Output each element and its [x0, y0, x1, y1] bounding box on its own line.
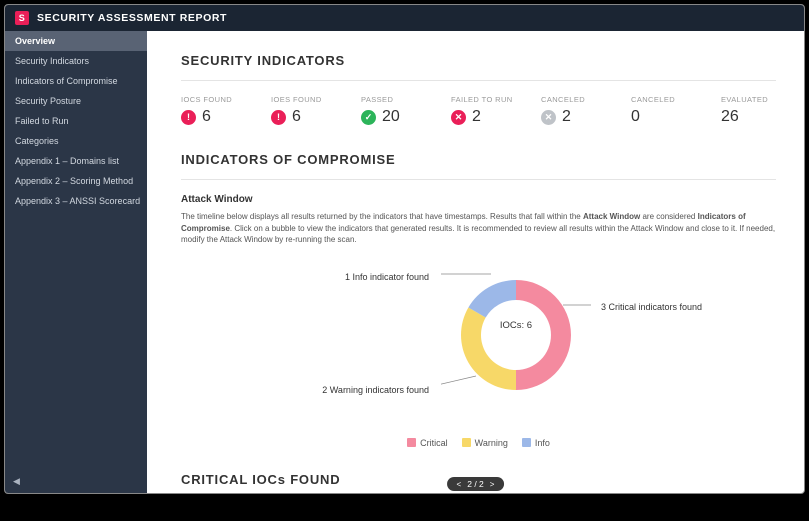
callout-warning: 2 Warning indicators found: [289, 385, 429, 395]
ioc-subheading: Attack Window: [181, 194, 776, 205]
top-bar: S SECURITY ASSESSMENT REPORT: [5, 5, 804, 31]
divider: [181, 80, 776, 81]
donut-center-label: IOCs: 6: [486, 320, 546, 331]
metric-evaluated: EVALUATED 26: [721, 95, 783, 126]
sidebar: Overview Security Indicators Indicators …: [5, 31, 147, 493]
sidebar-item-security-indicators[interactable]: Security Indicators: [5, 51, 147, 71]
metric-canceled: CANCELED ✕ 2: [541, 95, 603, 126]
metric-label: FAILED TO RUN: [451, 95, 513, 104]
x-icon: ✕: [451, 110, 466, 125]
ioc-donut-chart: 1 Info indicator found 2 Warning indicat…: [181, 260, 776, 430]
metric-value: 26: [721, 108, 739, 126]
callout-info: 1 Info indicator found: [309, 272, 429, 282]
metric-canceled-2: CANCELED 0: [631, 95, 693, 126]
sidebar-item-overview[interactable]: Overview: [5, 31, 147, 51]
sidebar-item-appendix-2[interactable]: Appendix 2 – Scoring Method: [5, 171, 147, 191]
metric-label: IOCs FOUND: [181, 95, 243, 104]
metric-value: 0: [631, 108, 640, 126]
legend-item-critical: Critical: [407, 438, 448, 448]
sidebar-item-failed-to-run[interactable]: Failed to Run: [5, 111, 147, 131]
metric-label: IOEs FOUND: [271, 95, 333, 104]
sidebar-collapse-icon[interactable]: ◀: [13, 476, 20, 487]
divider: [181, 179, 776, 180]
sidebar-item-categories[interactable]: Categories: [5, 131, 147, 151]
check-icon: ✓: [361, 110, 376, 125]
legend-item-info: Info: [522, 438, 550, 448]
x-icon: ✕: [541, 110, 556, 125]
ioc-description: The timeline below displays all results …: [181, 211, 776, 246]
metric-value: 2: [562, 108, 571, 126]
pager-prev-icon[interactable]: <: [457, 480, 462, 489]
chart-legend: Critical Warning Info: [181, 438, 776, 448]
metric-value: 2: [472, 108, 481, 126]
main-content: SECURITY INDICATORS IOCs FOUND ! 6 IOEs …: [147, 31, 804, 493]
swatch-icon: [407, 438, 416, 447]
brand-logo-icon: S: [15, 11, 29, 25]
alert-icon: !: [181, 110, 196, 125]
section-title-security-indicators: SECURITY INDICATORS: [181, 53, 776, 68]
metric-label: CANCELED: [541, 95, 603, 104]
metric-value: 6: [292, 108, 301, 126]
metric-failed-to-run: FAILED TO RUN ✕ 2: [451, 95, 513, 126]
sidebar-item-appendix-1[interactable]: Appendix 1 – Domains list: [5, 151, 147, 171]
metric-value: 6: [202, 108, 211, 126]
app-title: SECURITY ASSESSMENT REPORT: [37, 12, 227, 24]
metric-label: CANCELED: [631, 95, 693, 104]
sidebar-item-appendix-3[interactable]: Appendix 3 – ANSSI Scorecard: [5, 191, 147, 211]
sidebar-item-security-posture[interactable]: Security Posture: [5, 91, 147, 111]
section-title-ioc: INDICATORS OF COMPROMISE: [181, 152, 776, 167]
sidebar-item-ioc[interactable]: Indicators of Compromise: [5, 71, 147, 91]
donut-svg: [441, 260, 591, 410]
metric-label: PASSED: [361, 95, 423, 104]
legend-item-warning: Warning: [462, 438, 508, 448]
pager: < 2 / 2 >: [447, 477, 505, 491]
pager-next-icon[interactable]: >: [490, 480, 495, 489]
metric-label: EVALUATED: [721, 95, 783, 104]
metrics-row: IOCs FOUND ! 6 IOEs FOUND ! 6 PASSED: [181, 95, 776, 126]
metric-passed: PASSED ✓ 20: [361, 95, 423, 126]
swatch-icon: [462, 438, 471, 447]
swatch-icon: [522, 438, 531, 447]
pager-text: 2 / 2: [467, 479, 484, 489]
alert-icon: !: [271, 110, 286, 125]
metric-value: 20: [382, 108, 400, 126]
callout-critical: 3 Critical indicators found: [601, 302, 702, 312]
metric-ioes-found: IOEs FOUND ! 6: [271, 95, 333, 126]
metric-iocs-found: IOCs FOUND ! 6: [181, 95, 243, 126]
